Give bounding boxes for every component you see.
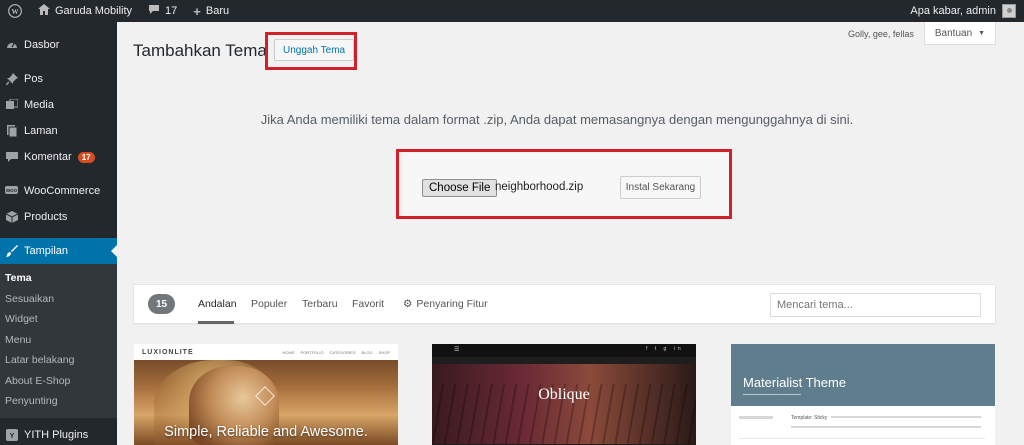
submenu-item-tema[interactable]: Tema [0, 268, 117, 289]
install-now-button[interactable]: Instal Sekarang [620, 176, 701, 199]
page-title: Tambahkan Tema [133, 41, 267, 60]
site-name-link[interactable]: Garuda Mobility [30, 0, 140, 22]
post-title: Template: Sticky [791, 415, 828, 421]
svg-text:Y: Y [9, 433, 14, 440]
my-account[interactable]: Apa kabar, admin [910, 4, 1024, 18]
howdy-text: Apa kabar, admin [910, 5, 996, 17]
theme-title: Materialist Theme [743, 375, 847, 390]
pin-icon [5, 73, 18, 86]
tab-terbaru[interactable]: Terbaru [302, 298, 338, 310]
gear-icon: ⚙ [403, 298, 413, 310]
submenu-item-latar-belakang[interactable]: Latar belakang [0, 350, 117, 371]
theme-preview-nav: HOME PORTFOLIO CATEGORIES BLOG SHOP [282, 349, 390, 355]
brush-icon [5, 245, 18, 258]
comments-link[interactable]: 17 [140, 0, 185, 22]
media-icon [5, 99, 18, 112]
svg-text:WOO: WOO [6, 188, 18, 193]
woocommerce-icon: WOO [5, 185, 18, 198]
highlight-box [265, 32, 357, 70]
caret-down-icon: ▼ [978, 29, 986, 37]
dashboard-icon [5, 39, 18, 52]
theme-card-luxion-lite[interactable]: LUXIONLITE HOME PORTFOLIO CATEGORIES BLO… [134, 344, 398, 445]
submenu-item-menu[interactable]: Menu [0, 330, 117, 351]
theme-logo: LUXIONLITE [142, 348, 194, 356]
new-content-link[interactable]: + Baru [185, 0, 237, 22]
help-tab[interactable]: Bantuan ▼ [924, 22, 996, 45]
home-icon [38, 4, 50, 18]
theme-preview-content: Template: Sticky [731, 406, 995, 445]
sidebar-item-tampilan[interactable]: Tampilan [0, 238, 117, 264]
active-tab-indicator [198, 321, 234, 324]
placeholder-line [791, 426, 981, 428]
theme-tagline: Simple, Reliable and Awesome. [164, 424, 368, 440]
choose-file-button[interactable]: Choose File [422, 179, 498, 197]
feature-filter-toggle[interactable]: ⚙ Penyaring Fitur [403, 298, 488, 310]
hamburger-icon: ☰ [454, 347, 460, 353]
comment-icon [148, 4, 160, 18]
theme-filter-bar: 15 Andalan Populer Terbaru Favorit ⚙ Peny… [133, 284, 996, 324]
site-name: Garuda Mobility [55, 5, 133, 17]
selected-file-name: neighborhood.zip [495, 181, 584, 193]
yith-icon: Y [5, 428, 18, 441]
admin-bar: W Garuda Mobility 17 + Baru Apa kabar, a… [0, 0, 1024, 22]
sidebar-item-komentar[interactable]: Komentar 17 [0, 144, 117, 170]
sidebar-item-laman[interactable]: Laman [0, 118, 117, 144]
tab-populer[interactable]: Populer [251, 298, 287, 310]
search-themes-input[interactable] [770, 293, 981, 317]
sidebar-item-products[interactable]: Products [0, 204, 117, 230]
wp-logo-icon[interactable]: W [0, 0, 30, 22]
main-content: Tambahkan Tema Unggah Tema Golly, gee, f… [117, 22, 1024, 445]
sidebar-item-yith-plugins[interactable]: Y YITH Plugins [0, 422, 117, 445]
box-icon [5, 211, 18, 224]
theme-card-materialist[interactable]: Materialist Theme ━━━━━━━━━━━━━━━━━━━━━━… [731, 344, 995, 445]
page-icon [5, 125, 18, 138]
scrollbar[interactable] [1018, 22, 1024, 445]
divider [739, 438, 985, 439]
submenu-item-about-e-shop[interactable]: About E-Shop [0, 371, 117, 392]
social-icons: f t g in [646, 346, 684, 352]
admin-sidebar: Dasbor Pos Media Laman Komentar 17 WOO W… [0, 22, 117, 445]
sidebar-item-media[interactable]: Media [0, 92, 117, 118]
submenu-item-penyunting[interactable]: Penyunting [0, 391, 117, 412]
sidebar-item-woocommerce[interactable]: WOO WooCommerce [0, 178, 117, 204]
theme-subtitle-line: ━━━━━━━━━━━━━━━━━━━━━━━━ [743, 392, 801, 397]
placeholder-line [739, 416, 773, 419]
theme-preview-header: LUXIONLITE HOME PORTFOLIO CATEGORIES BLO… [134, 344, 398, 360]
sidebar-item-pos[interactable]: Pos [0, 66, 117, 92]
upload-instructions: Jika Anda memiliki tema dalam format .zi… [260, 112, 854, 127]
avatar [1002, 4, 1016, 18]
tab-andalan[interactable]: Andalan [198, 298, 237, 310]
tab-favorit[interactable]: Favorit [352, 298, 384, 310]
submenu-item-sesuaikan[interactable]: Sesuaikan [0, 289, 117, 310]
theme-count: 15 [148, 294, 175, 314]
plus-icon: + [193, 3, 201, 19]
tampilan-submenu: Tema Sesuaikan Widget Menu Latar belakan… [0, 264, 117, 418]
placeholder-line [831, 416, 981, 418]
theme-card-oblique[interactable]: ☰ f t g in Oblique [432, 344, 696, 445]
hello-dolly-note: Golly, gee, fellas [848, 29, 914, 39]
theme-title: Oblique [538, 386, 590, 403]
sidebar-item-dasbor[interactable]: Dasbor [0, 32, 117, 58]
svg-text:W: W [12, 8, 19, 16]
new-label: Baru [205, 5, 230, 17]
comment-icon [5, 151, 18, 164]
comments-count: 17 [165, 5, 178, 17]
submenu-item-widget[interactable]: Widget [0, 309, 117, 330]
comments-badge: 17 [77, 151, 95, 163]
